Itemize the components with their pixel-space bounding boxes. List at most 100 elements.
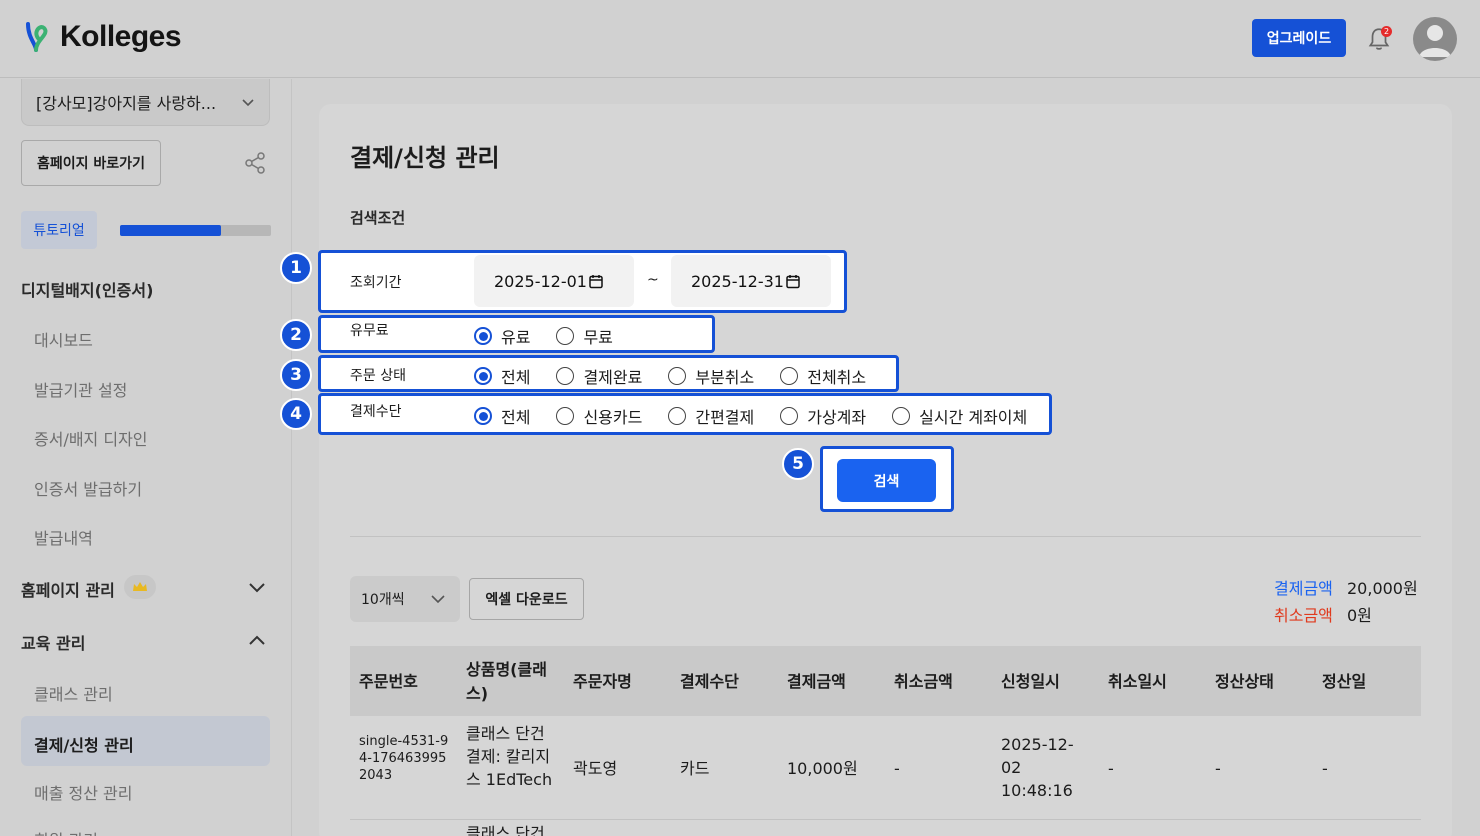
date-separator: ~ — [647, 272, 659, 288]
radio-label: 신용카드 — [583, 408, 643, 427]
nav-item-payment-manage-label: 결제/신청 관리 — [34, 736, 134, 755]
nav-section-digital-badge[interactable]: 디지털배지(인증서) — [21, 277, 153, 301]
cell-settle-date: - — [1322, 759, 1328, 778]
paid-radio-group: 유료 무료 — [474, 324, 613, 348]
nav-item-sales-settlement[interactable]: 매출 정산 관리 — [34, 780, 133, 804]
cell-amount: 10,000원 — [787, 759, 858, 778]
radio-label: 결제완료 — [583, 368, 643, 387]
homepage-button[interactable]: 홈페이지 바로가기 — [21, 140, 161, 186]
radio-label: 간편결제 — [695, 408, 755, 427]
col-cancelled-at[interactable]: 취소일시 — [1108, 670, 1167, 694]
radio-label: 전체 — [501, 408, 531, 427]
radio-status-paid[interactable]: 결제완료 — [556, 364, 642, 388]
radio-label: 유료 — [501, 328, 531, 347]
payment-method-label: 결제수단 — [350, 404, 402, 420]
nav-item-class-manage[interactable]: 클래스 관리 — [34, 681, 113, 705]
radio-label: 실시간 계좌이체 — [919, 408, 1028, 427]
tutorial-tag[interactable]: 튜토리얼 — [21, 211, 97, 249]
col-settle-status[interactable]: 정산상태 — [1215, 670, 1274, 694]
chevron-down-icon — [242, 99, 254, 107]
user-avatar-icon — [1419, 25, 1451, 57]
calendar-icon — [786, 274, 800, 288]
nav-section-education[interactable]: 교육 관리 — [21, 630, 85, 654]
cell-applied-at: 2025-12-02 10:48:16 — [1001, 735, 1074, 800]
col-order-no[interactable]: 주문번호 — [359, 670, 418, 694]
step-badge-2: 2 — [280, 319, 312, 351]
radio-status-partial-cancel[interactable]: 부분취소 — [668, 364, 754, 388]
radio-method-all[interactable]: 전체 — [474, 404, 530, 428]
radio-method-virtual-account[interactable]: 가상계좌 — [780, 404, 866, 428]
radio-status-all[interactable]: 전체 — [474, 364, 530, 388]
period-label: 조회기간 — [350, 275, 402, 291]
upgrade-button[interactable]: 업그레이드 — [1252, 19, 1346, 57]
radio-dot — [556, 367, 575, 385]
radio-label: 전체 — [501, 368, 531, 387]
col-settle-date[interactable]: 정산일 — [1322, 670, 1366, 694]
nav-item-badge-design[interactable]: 증서/배지 디자인 — [34, 426, 148, 450]
order-status-label: 주문 상태 — [350, 368, 406, 384]
radio-method-card[interactable]: 신용카드 — [556, 404, 642, 428]
crown-icon — [124, 575, 156, 599]
paid-amount-value: 20,000원 — [1347, 579, 1418, 598]
chevron-up-icon[interactable] — [246, 629, 268, 651]
org-name: [강사모]강아지를 사랑하... — [36, 94, 217, 113]
share-icon[interactable] — [243, 151, 267, 175]
radio-dot — [892, 407, 911, 425]
nav-item-issue-history[interactable]: 발급내역 — [34, 525, 93, 549]
radio-dot — [556, 407, 575, 425]
avatar[interactable] — [1413, 17, 1457, 61]
col-method[interactable]: 결제수단 — [680, 670, 739, 694]
radio-method-easy-pay[interactable]: 간편결제 — [668, 404, 754, 428]
logo[interactable]: Kolleges — [22, 20, 182, 54]
radio-dot — [556, 327, 575, 345]
search-button[interactable]: 검색 — [837, 459, 936, 502]
nav-item-member-manage[interactable]: 회원 관리 — [34, 827, 98, 836]
cell-method: 카드 — [680, 759, 710, 778]
col-cancel-amount[interactable]: 취소금액 — [894, 670, 953, 694]
radio-label: 전체취소 — [807, 368, 867, 387]
page-size-value: 10개씩 — [361, 592, 405, 608]
nav-item-issuer-settings[interactable]: 발급기관 설정 — [34, 377, 127, 401]
col-product[interactable]: 상품명(클래스) — [466, 658, 558, 706]
radio-free[interactable]: 무료 — [556, 324, 613, 348]
top-bar: Kolleges 업그레이드 2 — [0, 0, 1480, 78]
logo-text: Kolleges — [60, 20, 182, 53]
col-customer[interactable]: 주문자명 — [573, 670, 632, 694]
nav-section-homepage[interactable]: 홈페이지 관리 — [21, 577, 115, 601]
col-applied-at[interactable]: 신청일시 — [1001, 670, 1060, 694]
paid-amount-label: 결제금액 — [1274, 579, 1333, 598]
radio-status-full-cancel[interactable]: 전체취소 — [780, 364, 866, 388]
col-amount[interactable]: 결제금액 — [787, 670, 846, 694]
tutorial-progress-fill — [120, 225, 222, 236]
row-divider — [350, 819, 1421, 820]
cell-product: 클래스 단건 — [466, 824, 545, 836]
end-date-value: 2025-12-31 — [691, 271, 784, 291]
divider — [350, 536, 1421, 537]
radio-paid[interactable]: 유료 — [474, 324, 530, 348]
radio-dot — [668, 367, 687, 385]
chevron-down-icon — [431, 595, 445, 604]
step-badge-3: 3 — [280, 359, 312, 391]
paid-label: 유무료 — [350, 323, 389, 339]
nav-item-dashboard[interactable]: 대시보드 — [34, 327, 93, 351]
sidebar: [강사모]강아지를 사랑하... 홈페이지 바로가기 튜토리얼 디지털배지(인증… — [0, 79, 292, 836]
radio-dot — [780, 407, 799, 425]
logo-mark-icon — [26, 22, 48, 52]
radio-dot — [474, 367, 492, 385]
radio-method-bank-transfer[interactable]: 실시간 계좌이체 — [892, 404, 1027, 428]
start-date-input[interactable]: 2025-12-01 — [474, 255, 634, 307]
radio-label: 부분취소 — [695, 368, 755, 387]
nav-item-issue-certificate[interactable]: 인증서 발급하기 — [34, 476, 142, 500]
end-date-input[interactable]: 2025-12-31 — [671, 255, 831, 307]
radio-label: 무료 — [583, 328, 613, 347]
cancel-amount-value: 0원 — [1347, 606, 1372, 625]
cell-cancel-amount: - — [894, 759, 900, 778]
chevron-down-icon[interactable] — [246, 576, 268, 598]
cell-settle-status: - — [1215, 759, 1221, 778]
org-select[interactable]: [강사모]강아지를 사랑하... — [21, 79, 270, 126]
step-badge-5: 5 — [782, 448, 814, 480]
excel-download-button[interactable]: 엑셀 다운로드 — [469, 578, 584, 620]
notification-badge: 2 — [1381, 26, 1392, 37]
radio-dot — [668, 407, 687, 425]
page-size-select[interactable]: 10개씩 — [350, 576, 460, 622]
